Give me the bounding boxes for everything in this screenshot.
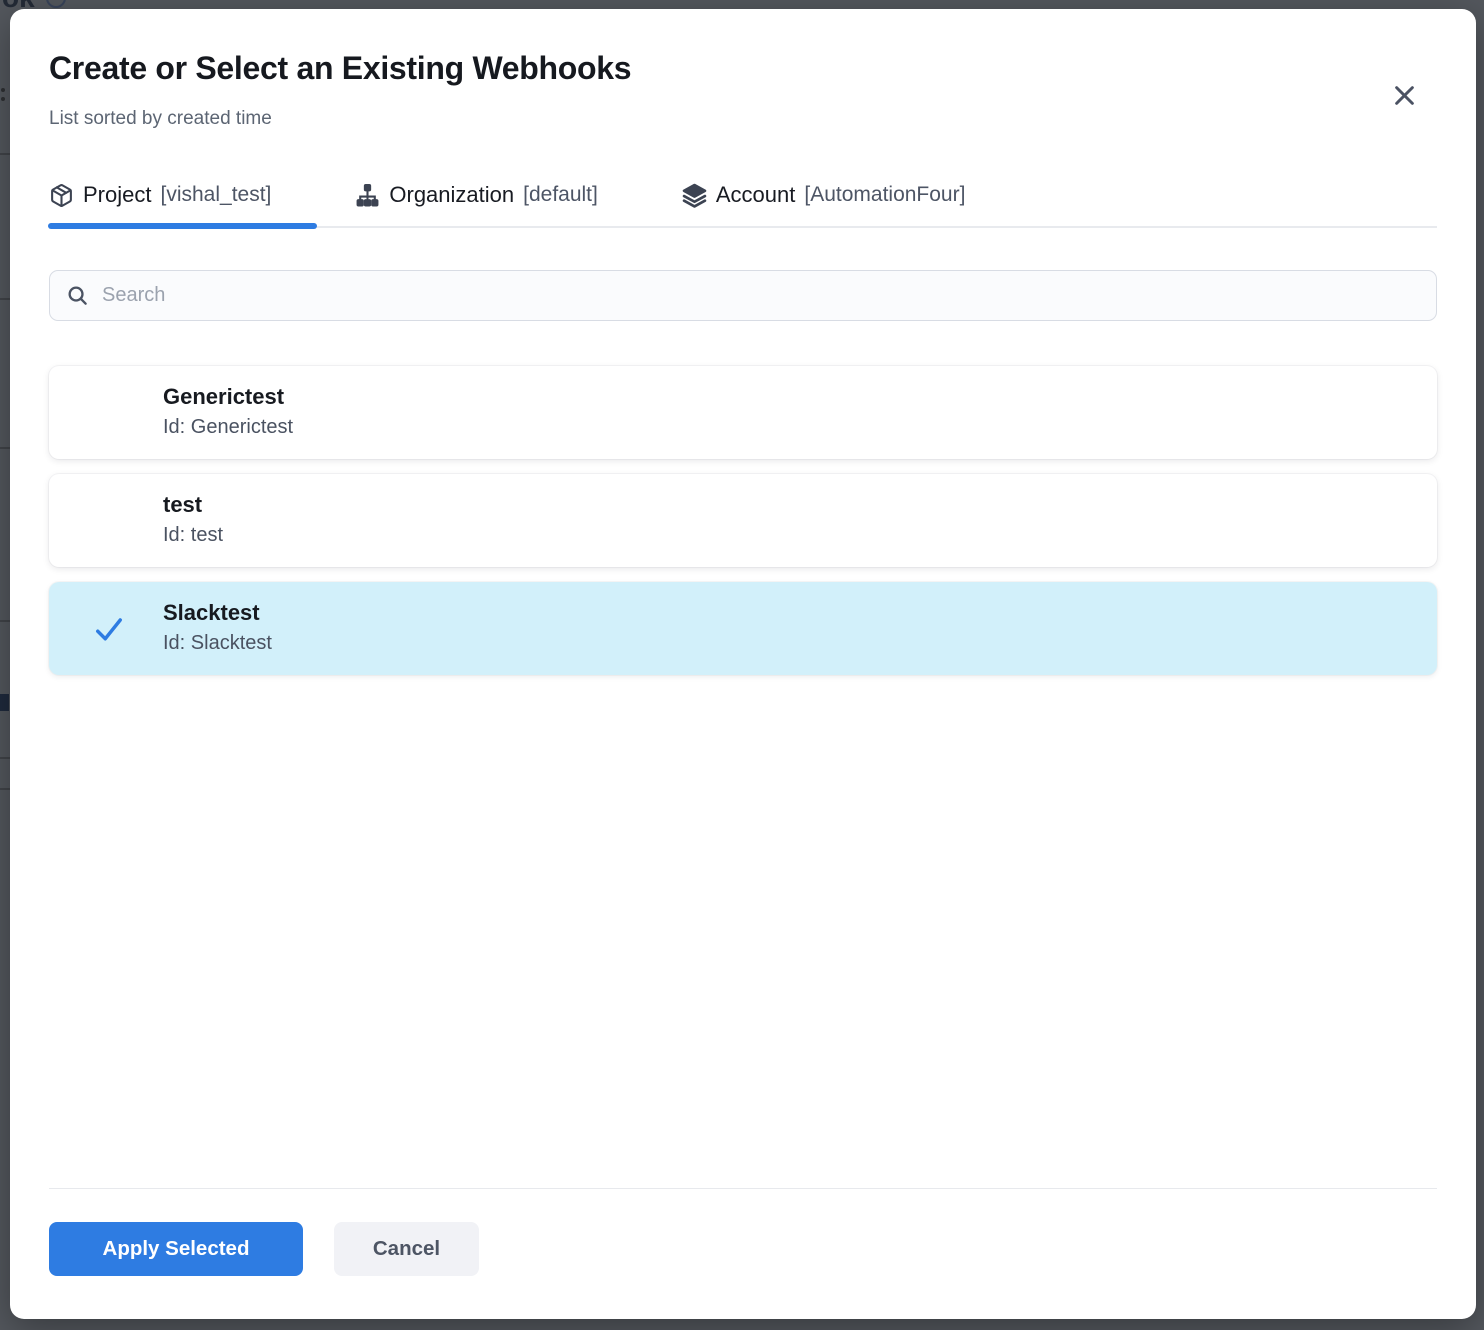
package-icon (49, 183, 74, 208)
search-input[interactable] (102, 284, 1420, 307)
search-icon (66, 284, 89, 307)
background-divider (0, 447, 10, 449)
dialog-footer: Apply Selected Cancel (49, 1222, 479, 1276)
webhook-name: test (163, 491, 1417, 519)
background-divider (0, 153, 10, 155)
tab-account[interactable]: Account [AutomationFour] (682, 182, 1012, 226)
close-button[interactable] (1388, 79, 1420, 111)
webhook-id: Id: Generictest (163, 414, 1417, 440)
webhook-list: Generictest Id: Generictest test Id: tes… (49, 366, 1437, 675)
footer-divider (49, 1188, 1437, 1189)
tab-organization[interactable]: Organization [default] (355, 182, 643, 226)
background-divider (0, 298, 10, 300)
tab-context: [vishal_test] (160, 183, 271, 207)
tab-context: [default] (523, 183, 598, 207)
background-button-fragment (0, 694, 9, 711)
cancel-button[interactable]: Cancel (334, 1222, 479, 1276)
webhook-id: Id: test (163, 522, 1417, 548)
org-chart-icon (355, 183, 380, 208)
check-icon (91, 611, 127, 647)
background-divider (0, 788, 10, 790)
webhook-name: Generictest (163, 383, 1417, 411)
webhook-list-item-slacktest[interactable]: Slacktest Id: Slacktest (49, 582, 1437, 675)
tab-context: [AutomationFour] (804, 183, 965, 207)
tab-label: Account (716, 182, 796, 208)
info-circle-icon (46, 0, 66, 8)
background-dot (1, 97, 5, 101)
scope-tabs: Project [vishal_test] Organization [defa… (49, 182, 1437, 228)
webhook-id: Id: Slacktest (163, 630, 1417, 656)
webhook-list-item-generictest[interactable]: Generictest Id: Generictest (49, 366, 1437, 459)
search-box (49, 270, 1437, 321)
webhook-name: Slacktest (163, 599, 1417, 627)
dialog-subtitle: List sorted by created time (49, 107, 1437, 130)
webhooks-dialog: Create or Select an Existing Webhooks Li… (10, 9, 1476, 1319)
background-dot (1, 88, 5, 92)
layers-icon (682, 183, 707, 208)
background-divider (0, 757, 10, 759)
dialog-title: Create or Select an Existing Webhooks (49, 49, 1437, 87)
tab-label: Organization (389, 182, 514, 208)
apply-selected-button[interactable]: Apply Selected (49, 1222, 303, 1276)
tab-project[interactable]: Project [vishal_test] (49, 182, 317, 226)
background-divider (0, 620, 10, 622)
close-icon (1391, 82, 1418, 109)
webhook-list-item-test[interactable]: test Id: test (49, 474, 1437, 567)
tab-label: Project (83, 182, 151, 208)
